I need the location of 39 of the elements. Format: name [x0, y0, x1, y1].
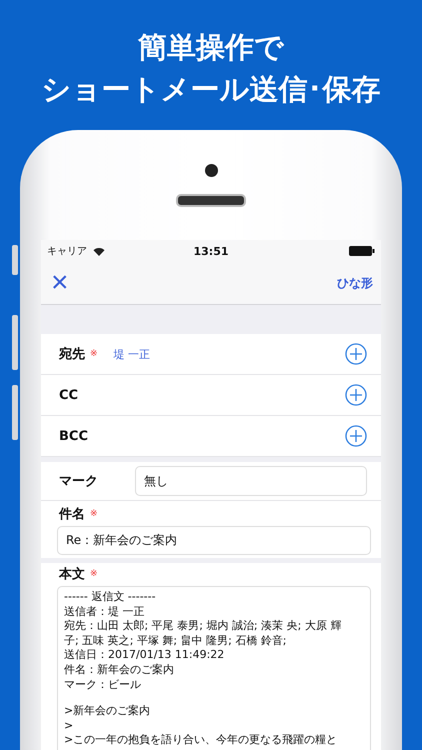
recipient-row[interactable]: CC — [41, 375, 381, 416]
recipient-row[interactable]: 宛先 ※ 堤 一正 — [41, 334, 381, 375]
body-text-line: 宛先：山田 太郎; 平尾 泰男; 堀内 誠治; 湊茉 央; 大原 輝 — [64, 619, 342, 632]
body-text-line: ------ 返信文 ------- — [64, 590, 156, 603]
field-label: 本文 — [59, 566, 85, 583]
field-label: 件名 — [59, 506, 85, 523]
body-text-line: 子; 五味 英之; 平塚 舞; 畠中 隆男; 石橋 鈴音; — [64, 634, 287, 647]
recipient-row[interactable]: BCC — [41, 416, 381, 457]
required-mark: ※ — [90, 509, 98, 519]
battery-icon — [348, 246, 375, 256]
subject-field[interactable]: Re：新年会のご案内 — [57, 526, 371, 555]
speaker-icon — [176, 194, 246, 207]
add-icon[interactable] — [345, 425, 367, 447]
headline: 簡単操作で — [138, 29, 284, 66]
template-button[interactable]: ひな形 — [337, 274, 373, 292]
field-label: BCC — [59, 428, 88, 444]
body-text-line: 件名：新年会のご案内 — [64, 662, 174, 676]
carrier-label: キャリア — [47, 245, 87, 258]
field-label: 宛先 — [59, 346, 85, 363]
time-label: 13:51 — [193, 244, 228, 258]
camera-icon — [204, 164, 218, 177]
required-mark: ※ — [90, 349, 98, 359]
body-text-line: マーク：ビール — [64, 678, 141, 691]
body-text-line: > — [64, 718, 74, 732]
body-text-line: >この一年の抱負を語り合い、今年の更なる飛躍の糧と — [64, 733, 338, 746]
body-text-line: 送信者：堤 一正 — [64, 604, 144, 618]
body-text-line: 送信日：2017/01/13 11:49:22 — [64, 648, 224, 662]
field-label: マーク — [59, 473, 99, 490]
add-icon[interactable] — [345, 343, 367, 365]
close-button[interactable]: × — [51, 268, 69, 298]
wifi-icon — [93, 246, 105, 256]
field-label: CC — [59, 388, 78, 402]
body-text-line: >新年会のご案内 — [64, 704, 150, 718]
recipient-name: 堤 一正 — [114, 346, 150, 362]
headline: ショートメール送信･保存 — [42, 71, 380, 108]
body-field[interactable]: ------ 返信文 ------- 送信者：堤 一正 宛先：山田 太郎; 平尾 泰男; 堀内 誠治; 湊茉 央; 大原 輝 子; 五味 英之; 平塚 舞; 畠中 隆男; 石橋 鈴音; 送信日：2017/01/13 11:49:22 件名：新年会のご案内 マーク：ビール >新年会のご案内 > >この一年の抱負を語り合い、今年の更なる飛躍の糧と — [57, 586, 371, 750]
add-icon[interactable] — [345, 384, 367, 406]
required-mark: ※ — [90, 569, 98, 579]
mark-field[interactable]: 無し — [135, 466, 367, 496]
